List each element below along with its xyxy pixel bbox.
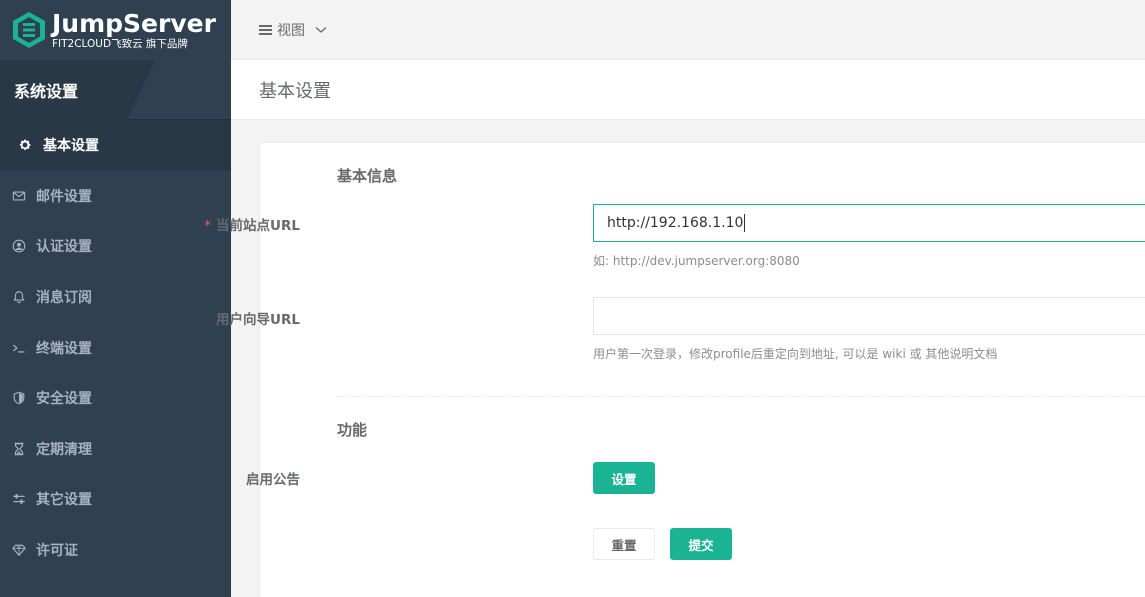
user-guide-url-label: 用户向导URL <box>216 312 300 328</box>
sidebar-item-label: 消息订阅 <box>36 290 92 307</box>
sidebar-item-license[interactable]: 许可证 <box>0 525 231 576</box>
hamburger-icon <box>259 24 272 35</box>
view-label: 视图 <box>277 22 305 39</box>
page-title: 基本设置 <box>259 80 331 102</box>
text-caret <box>744 214 746 232</box>
sidebar-item-terminal[interactable]: 终端设置 <box>0 322 231 373</box>
section-divider <box>337 396 1145 397</box>
settings-form-panel: 基本信息 * 当前站点URL http://192.168.1.10 如: htt… <box>204 142 1145 597</box>
user-guide-url-help: 用户第一次登录，修改profile后重定向到地址, 可以是 wiki 或 其他说… <box>593 347 998 361</box>
page-heading-bar: 基本设置 <box>231 60 1145 120</box>
chevron-down-icon <box>315 26 327 33</box>
sidebar-item-label: 定期清理 <box>36 441 92 458</box>
site-url-input[interactable]: http://192.168.1.10 <box>593 204 1145 242</box>
sidebar-item-label: 基本设置 <box>43 138 99 155</box>
user-guide-url-input[interactable] <box>593 297 1145 335</box>
diamond-icon <box>10 542 27 559</box>
submit-button[interactable]: 提交 <box>670 528 732 560</box>
gear-icon <box>16 137 33 154</box>
sidebar-item-label: 许可证 <box>36 543 78 560</box>
envelope-icon <box>10 187 27 204</box>
terminal-icon <box>10 339 27 356</box>
sidebar-item-label: 其它设置 <box>36 492 92 509</box>
sidebar: JumpServer FIT2CLOUD飞致云 旗下品牌 系统设置 基本设置 邮… <box>0 0 231 597</box>
sidebar-menu: 基本设置 邮件设置 认证设置 消息订阅 终端设置 安全设置 定期清理 其它设置 … <box>0 120 231 575</box>
sidebar-item-label: 认证设置 <box>36 239 92 256</box>
reset-button[interactable]: 重置 <box>593 528 655 560</box>
sidebar-item-cleanup[interactable]: 定期清理 <box>0 424 231 475</box>
shield-icon <box>10 390 27 407</box>
brand-logo[interactable]: JumpServer FIT2CLOUD飞致云 旗下品牌 <box>0 0 231 60</box>
view-dropdown[interactable]: 视图 <box>259 20 327 40</box>
required-mark: * <box>204 218 212 234</box>
jumpserver-logo-icon <box>13 12 45 48</box>
hourglass-icon <box>10 440 27 457</box>
announcement-settings-button[interactable]: 设置 <box>593 462 655 494</box>
user-circle-icon <box>10 238 27 255</box>
sidebar-section-title: 系统设置 <box>0 60 231 120</box>
announcement-label: 启用公告 <box>246 472 300 488</box>
site-url-label: * 当前站点URL <box>40 214 300 234</box>
features-heading: 功能 <box>337 421 368 439</box>
sidebar-item-label: 安全设置 <box>36 391 92 408</box>
sidebar-item-security[interactable]: 安全设置 <box>0 373 231 424</box>
sidebar-item-label: 终端设置 <box>36 340 92 357</box>
bell-icon <box>10 289 27 306</box>
top-navbar: 视图 <box>231 0 1145 60</box>
site-url-label-text: 当前站点URL <box>216 218 300 234</box>
brand-tagline: FIT2CLOUD飞致云 旗下品牌 <box>52 37 188 50</box>
brand-name: JumpServer <box>52 8 216 38</box>
site-url-help: 如: http://dev.jumpserver.org:8080 <box>593 254 800 268</box>
sidebar-item-label: 邮件设置 <box>36 188 92 205</box>
basic-info-heading: 基本信息 <box>337 167 398 185</box>
sliders-icon <box>10 491 27 508</box>
app-window: JumpServer FIT2CLOUD飞致云 旗下品牌 系统设置 基本设置 邮… <box>0 0 1145 597</box>
site-url-value: http://192.168.1.10 <box>607 215 744 231</box>
sidebar-item-basic[interactable]: 基本设置 <box>0 120 231 171</box>
